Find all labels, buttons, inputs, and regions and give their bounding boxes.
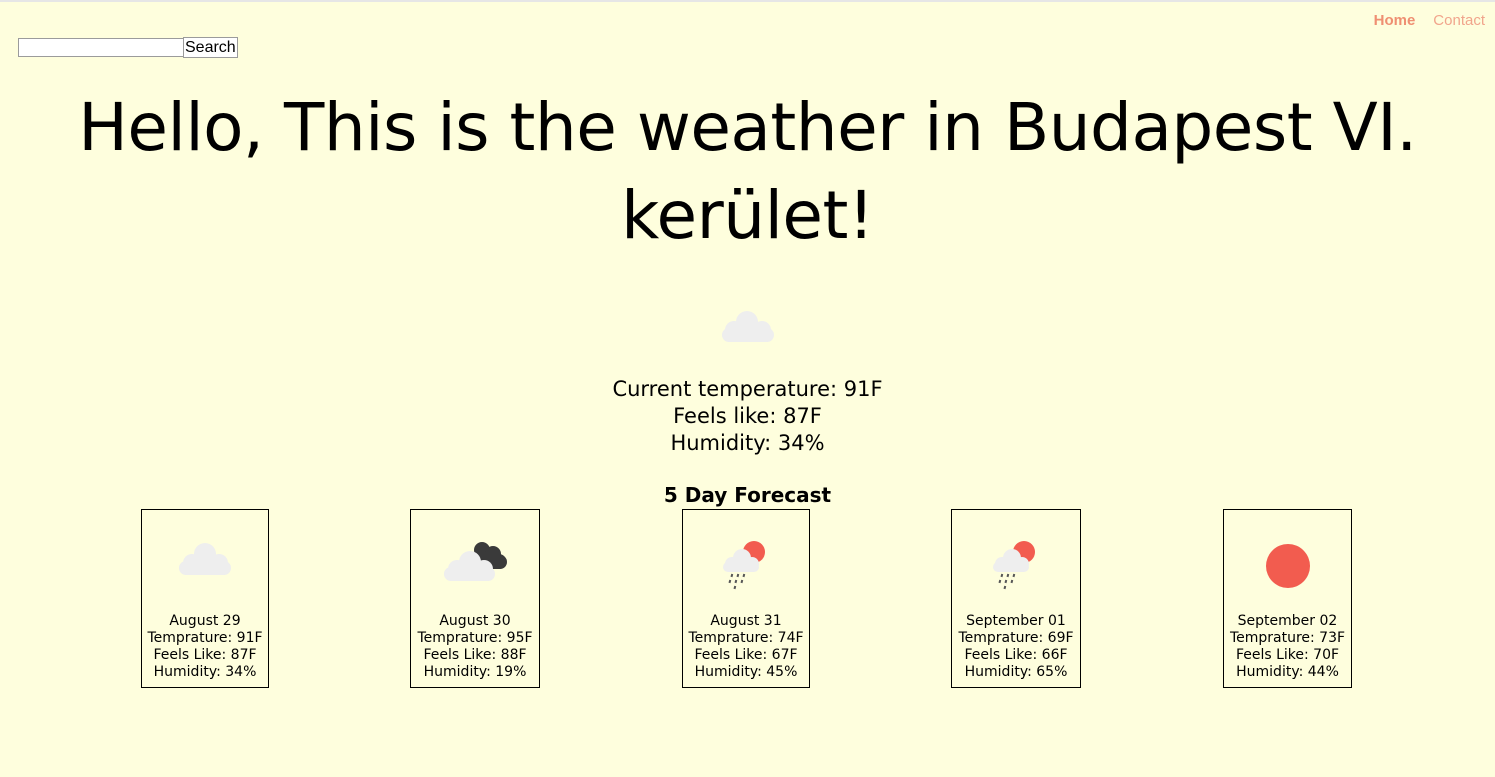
forecast-date: September 02 xyxy=(1237,613,1338,629)
sun-rain-icon xyxy=(683,536,809,596)
forecast-feels: Feels Like: 70F xyxy=(1235,647,1340,663)
forecast-card: August 30 Temprature: 95F Feels Like: 88… xyxy=(410,509,540,688)
forecast-temp: Temprature: 69F xyxy=(958,630,1074,646)
forecast-feels: Feels Like: 67F xyxy=(694,647,798,663)
forecast-feels: Feels Like: 87F xyxy=(153,647,257,663)
cloud-icon xyxy=(717,306,777,350)
top-border xyxy=(0,0,1495,2)
forecast-humidity: Humidity: 34% xyxy=(153,664,257,680)
forecast-temp: Temprature: 74F xyxy=(688,630,804,646)
forecast-heading: 5 Day Forecast xyxy=(663,483,832,507)
forecast-humidity: Humidity: 44% xyxy=(1236,664,1339,680)
forecast-humidity: Humidity: 65% xyxy=(964,664,1068,680)
forecast-card: September 01 Temprature: 69F Feels Like:… xyxy=(951,509,1081,688)
current-temperature: Current temperature: 91F xyxy=(612,377,883,401)
forecast-feels: Feels Like: 88F xyxy=(423,647,527,663)
forecast-feels: Feels Like: 66F xyxy=(964,647,1068,663)
sun-rain-icon xyxy=(952,536,1080,596)
top-nav: Home Contact xyxy=(1374,12,1485,29)
current-humidity: Humidity: 34% xyxy=(670,431,825,455)
current-conditions: Current temperature: 91F Feels like: 87F… xyxy=(0,376,1495,457)
forecast-date: August 29 xyxy=(169,613,241,629)
nav-home-link[interactable]: Home xyxy=(1374,12,1416,29)
forecast-temp: Temprature: 95F xyxy=(417,630,533,646)
forecast-card: August 29 Temprature: 91F Feels Like: 87… xyxy=(141,509,269,688)
forecast-temp: Temprature: 91F xyxy=(147,630,263,646)
search-button[interactable]: Search xyxy=(183,37,238,58)
page-title: Hello, This is the weather in Budapest V… xyxy=(78,89,1417,254)
nav-contact-link[interactable]: Contact xyxy=(1433,12,1485,29)
forecast-date: August 30 xyxy=(439,613,511,629)
forecast-temp: Temprature: 73F xyxy=(1229,630,1346,646)
search-input[interactable] xyxy=(18,38,184,57)
forecast-card: August 31 Temprature: 74F Feels Like: 67… xyxy=(682,509,810,688)
forecast-humidity: Humidity: 19% xyxy=(423,664,527,680)
forecast-date: September 01 xyxy=(966,613,1066,629)
dark-clouds-icon xyxy=(411,536,539,596)
weather-page: Home Contact Search Hello, This is the w… xyxy=(0,0,1495,777)
forecast-card: September 02 Temprature: 73F Feels Like:… xyxy=(1223,509,1352,688)
cloud-icon xyxy=(142,536,268,596)
current-feels-like: Feels like: 87F xyxy=(673,404,822,428)
forecast-date: August 31 xyxy=(710,613,782,629)
sun-icon xyxy=(1224,536,1351,596)
forecast-humidity: Humidity: 45% xyxy=(694,664,798,680)
search-form: Search xyxy=(18,37,238,58)
